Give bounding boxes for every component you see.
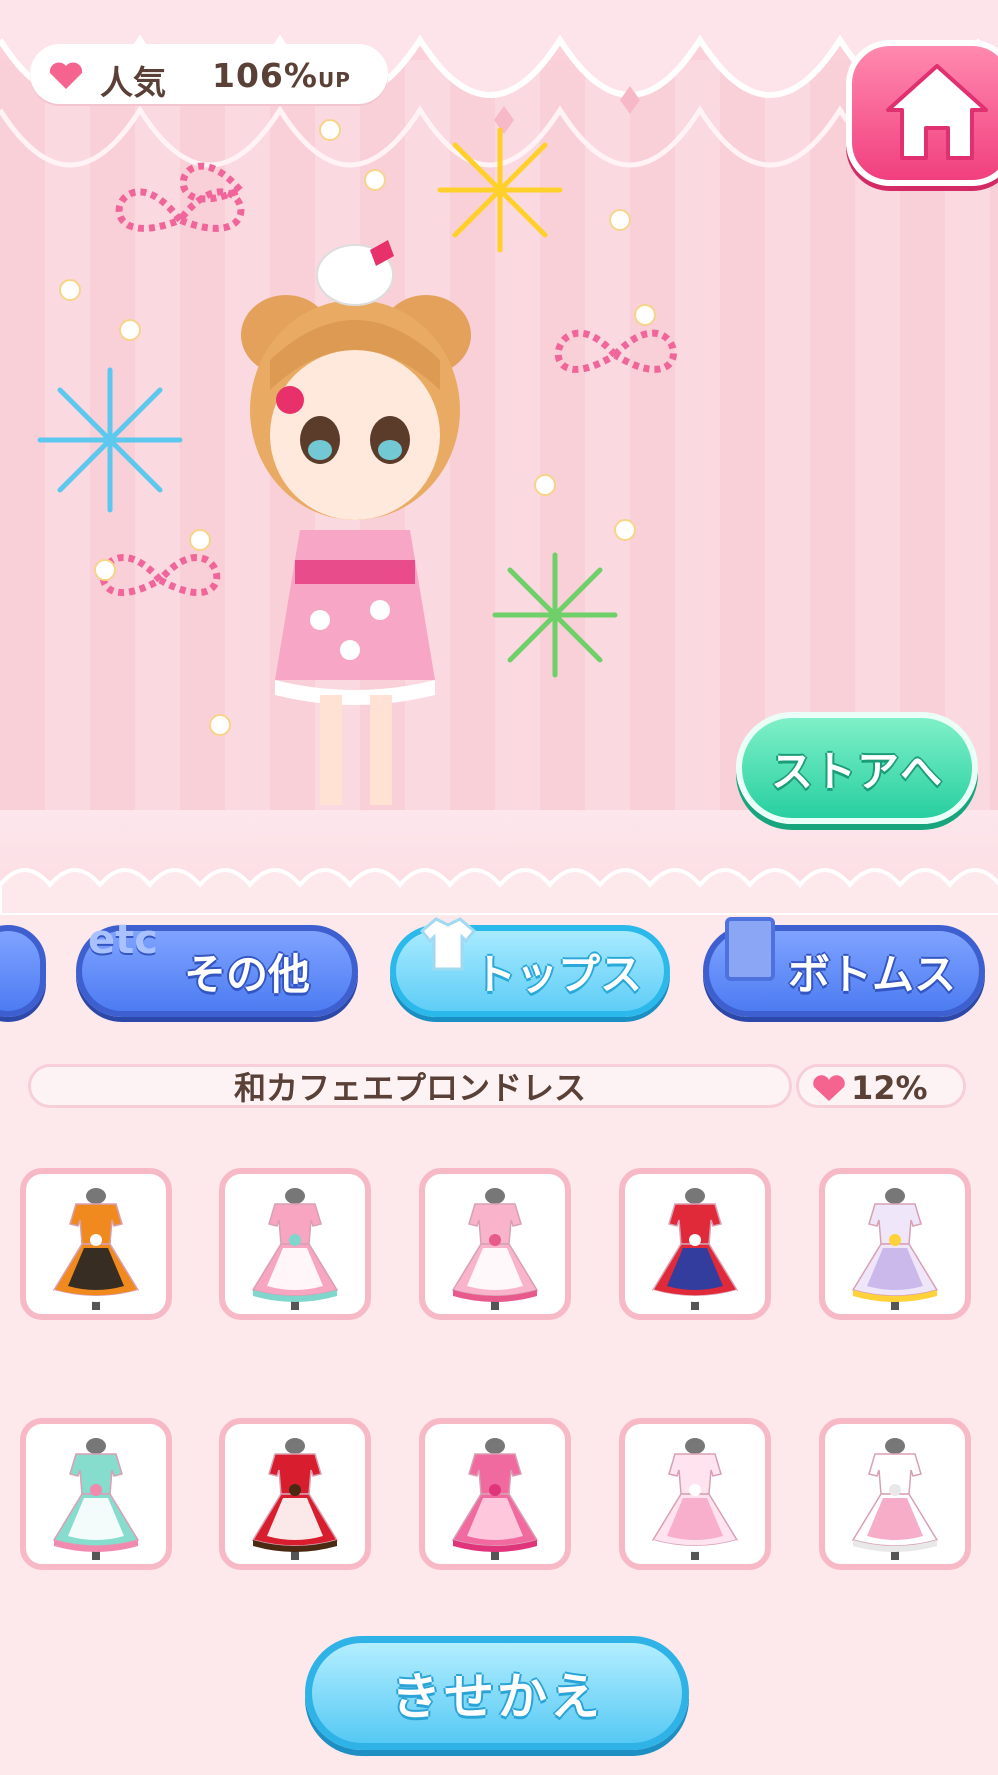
etc-icon: etc — [88, 917, 158, 963]
popularity-indicator: 人気 106%UP — [30, 44, 388, 104]
store-button-label: ストアへ — [770, 746, 943, 796]
white-bow-dress-icon — [851, 1438, 939, 1560]
tab-bottoms[interactable]: ボトムス — [703, 917, 985, 1017]
selected-item-bonus-bar: 12% — [796, 1064, 966, 1108]
item-slot[interactable] — [419, 1418, 571, 1570]
fireworks-decoration — [37, 119, 677, 736]
tab-etc[interactable]: etc その他 — [76, 917, 358, 1017]
dress-up-button[interactable]: きせかえ — [305, 1636, 689, 1750]
popularity-value: 106%UP — [212, 56, 351, 95]
item-slot[interactable] — [219, 1168, 371, 1320]
tab-etc-label: その他 — [183, 949, 310, 999]
wa-cafe-apron-dress-icon — [451, 1188, 539, 1310]
item-slot[interactable] — [819, 1168, 971, 1320]
home-button[interactable] — [846, 40, 998, 186]
home-icon — [886, 64, 988, 160]
item-slot[interactable] — [20, 1418, 172, 1570]
item-slot[interactable] — [20, 1168, 172, 1320]
panel-scallop-edge — [0, 868, 998, 915]
selected-item-name-bar: 和カフェエプロンドレス — [28, 1064, 792, 1108]
red-santa-dress-icon — [251, 1438, 339, 1560]
heart-icon — [813, 1075, 845, 1101]
pink-stripe-apron-dress-icon — [251, 1188, 339, 1310]
tab-tops[interactable]: トップス — [390, 917, 670, 1017]
selected-item-name: 和カフェエプロンドレス — [233, 1069, 586, 1107]
popularity-label: 人気 — [100, 63, 166, 102]
selected-item-bonus: 12% — [851, 1069, 928, 1107]
halloween-apron-dress-icon — [52, 1188, 140, 1310]
hello-kitty-red-dress-icon — [651, 1188, 739, 1310]
item-slot[interactable] — [619, 1418, 771, 1570]
light-pink-bow-dress-icon — [651, 1438, 739, 1560]
bottoms-icon — [725, 917, 775, 981]
item-slot[interactable] — [219, 1418, 371, 1570]
tab-tops-label: トップス — [473, 949, 642, 999]
item-slot[interactable] — [819, 1418, 971, 1570]
star-lavender-dress-icon — [851, 1188, 939, 1310]
shirt-icon — [419, 917, 477, 971]
heart-icon — [49, 62, 83, 89]
dress-up-button-label: きせかえ — [391, 1668, 603, 1726]
item-slot[interactable] — [619, 1168, 771, 1320]
tab-bottoms-label: ボトムス — [787, 949, 956, 999]
pink-ribbon-dress-icon — [451, 1438, 539, 1560]
mint-stripe-apron-dress-icon — [52, 1438, 140, 1560]
avatar-character — [241, 240, 471, 805]
store-button[interactable]: ストアへ — [736, 712, 978, 824]
item-slot[interactable] — [419, 1168, 571, 1320]
